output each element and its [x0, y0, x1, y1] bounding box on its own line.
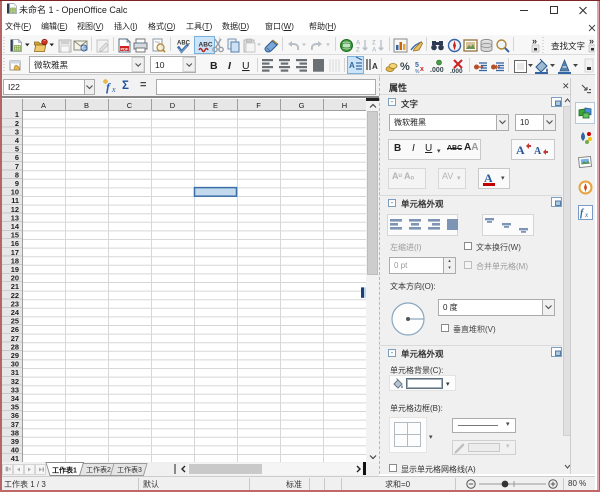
svg-text:Z: Z — [356, 48, 360, 54]
svg-text:A: A — [516, 143, 525, 157]
svg-text:I: I — [228, 60, 232, 72]
svg-text:@: @ — [82, 46, 88, 52]
svg-text:»: » — [589, 36, 594, 46]
svg-text:A: A — [356, 41, 361, 47]
svg-text:.000: .000 — [430, 67, 444, 74]
svg-text:.000: .000 — [450, 68, 463, 75]
svg-text:%: % — [400, 61, 410, 73]
svg-text:B: B — [210, 60, 218, 72]
svg-text:D: D — [170, 101, 176, 110]
svg-text:x: x — [420, 66, 424, 73]
svg-text:A: A — [372, 48, 377, 54]
svg-text:»: » — [532, 36, 537, 46]
svg-text:f: f — [106, 80, 111, 94]
svg-text:5: 5 — [415, 62, 419, 69]
svg-text:微软雅黑: 微软雅黑 — [34, 60, 69, 70]
svg-text:E: E — [213, 101, 218, 110]
svg-text:工作表1: 工作表1 — [52, 466, 77, 475]
svg-text:F: F — [256, 101, 261, 110]
svg-text:工作表2: 工作表2 — [86, 465, 111, 474]
svg-text:H: H — [342, 101, 347, 110]
svg-text:查找文字: 查找文字 — [551, 41, 585, 51]
svg-text:A: A — [349, 61, 355, 70]
svg-text:G: G — [299, 101, 305, 110]
svg-text:Z: Z — [372, 41, 376, 47]
svg-text:A: A — [534, 146, 542, 157]
svg-text:B: B — [84, 101, 89, 110]
svg-text:10: 10 — [155, 60, 165, 70]
svg-text:C: C — [127, 101, 133, 110]
svg-text:U: U — [242, 60, 250, 72]
svg-text:A: A — [41, 101, 46, 110]
svg-text:A: A — [372, 62, 378, 71]
svg-text:x: x — [111, 85, 116, 94]
svg-text:ABC: ABC — [199, 42, 213, 49]
svg-text:PDF: PDF — [121, 47, 130, 52]
svg-text:工作表3: 工作表3 — [117, 465, 142, 474]
svg-text:A: A — [484, 171, 493, 185]
